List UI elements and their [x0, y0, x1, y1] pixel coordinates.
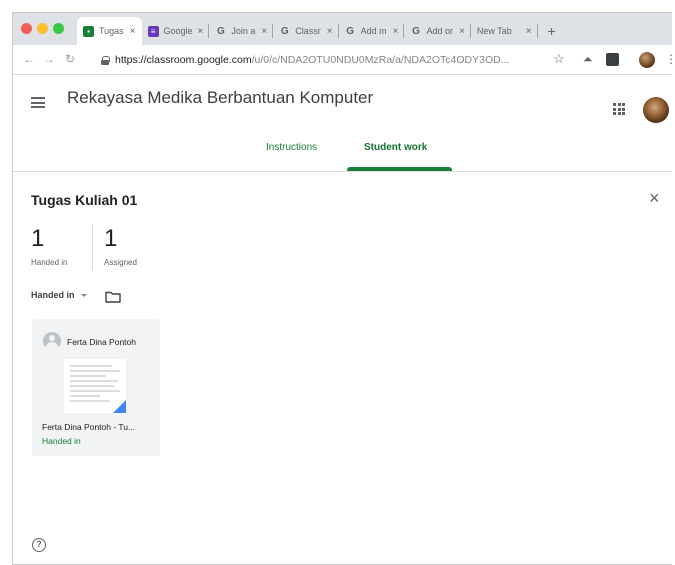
- student-avatar-icon: [43, 332, 61, 350]
- back-arrow-icon[interactable]: ←: [23, 52, 35, 66]
- handed-in-stat: 1 Handed in: [31, 225, 68, 268]
- browser-tab-forms[interactable]: ≡ Google ×: [142, 17, 210, 45]
- document-thumbnail[interactable]: [64, 359, 126, 413]
- assigned-count: 1: [104, 225, 118, 252]
- classroom-icon: ▪: [83, 25, 94, 37]
- tab-close-icon[interactable]: ×: [261, 26, 267, 37]
- browser-toolbar: ← → ↻ https://classroom.google.com /u/0/…: [13, 45, 672, 75]
- tab-instructions[interactable]: Instructions: [266, 142, 317, 153]
- bookmark-star-icon[interactable]: ☆: [553, 51, 565, 67]
- browser-tab-new-tab[interactable]: New Tab ×: [471, 17, 538, 45]
- tab-title: Tugas: [99, 26, 124, 36]
- close-window-button[interactable]: [21, 23, 32, 34]
- browser-window: ▪ Tugas × ≡ Google × G Join a × G Classr…: [12, 12, 672, 565]
- folder-icon[interactable]: [105, 291, 121, 303]
- extension-icon[interactable]: [606, 53, 619, 66]
- assigned-stat: 1 Assigned: [104, 225, 137, 268]
- url-host: https://classroom.google.com: [115, 54, 252, 66]
- tab-close-icon[interactable]: ×: [459, 26, 465, 37]
- window-controls: [21, 23, 64, 34]
- tab-title: Add or: [426, 26, 453, 36]
- address-bar[interactable]: https://classroom.google.com /u/0/c/NDA2…: [93, 49, 573, 71]
- tab-close-icon[interactable]: ×: [393, 26, 399, 37]
- submission-card[interactable]: Ferta Dina Pontoh Ferta Dina Pontoh - Tu…: [32, 319, 160, 456]
- more-vert-icon[interactable]: ⋮: [665, 52, 672, 66]
- student-name: Ferta Dina Pontoh: [67, 337, 136, 347]
- assignment-tabs: Instructions Student work: [13, 130, 672, 172]
- tab-title: Add m: [360, 26, 387, 36]
- classroom-app-bar: Rekayasa Medika Berbantuan Komputer: [13, 75, 672, 130]
- docs-corner-icon: [113, 400, 126, 413]
- profile-avatar[interactable]: [639, 52, 655, 68]
- account-avatar[interactable]: [643, 97, 669, 123]
- google-g-icon: G: [280, 25, 289, 37]
- new-tab-button[interactable]: +: [538, 17, 566, 45]
- browser-tab-classroom-2[interactable]: G Classr ×: [273, 17, 339, 45]
- close-icon[interactable]: ×: [649, 189, 660, 207]
- help-icon[interactable]: ?: [32, 538, 46, 552]
- filter-label: Handed in: [31, 290, 75, 300]
- browser-tab-add-m[interactable]: G Add m ×: [339, 17, 405, 45]
- tab-title: Classr: [295, 26, 321, 36]
- handed-in-count: 1: [31, 225, 45, 252]
- browser-tab-join[interactable]: G Join a ×: [209, 17, 274, 45]
- maximize-window-button[interactable]: [53, 23, 64, 34]
- menu-icon[interactable]: [31, 97, 45, 108]
- browser-tab-classroom[interactable]: ▪ Tugas ×: [77, 17, 142, 45]
- chevron-down-icon: [80, 293, 87, 297]
- google-g-icon: G: [216, 25, 225, 37]
- tab-close-icon[interactable]: ×: [526, 26, 532, 37]
- active-tab-indicator: [347, 167, 452, 171]
- reload-icon[interactable]: ↻: [65, 52, 75, 66]
- tab-bar: ▪ Tugas × ≡ Google × G Join a × G Classr…: [13, 13, 672, 45]
- google-g-icon: G: [412, 25, 420, 37]
- forward-arrow-icon[interactable]: →: [43, 52, 55, 66]
- minimize-window-button[interactable]: [37, 23, 48, 34]
- attachment-file-name[interactable]: Ferta Dina Pontoh - Tu...: [42, 422, 135, 432]
- browser-tab-add-or[interactable]: G Add or ×: [404, 17, 472, 45]
- handed-in-label: Handed in: [31, 258, 68, 267]
- forms-icon: ≡: [147, 25, 159, 37]
- stat-divider: [92, 224, 93, 270]
- drive-extension-icon[interactable]: ⏶: [583, 52, 593, 67]
- tab-student-work[interactable]: Student work: [364, 142, 427, 153]
- class-title[interactable]: Rekayasa Medika Berbantuan Komputer: [67, 88, 373, 108]
- url-path: /u/0/c/NDA2OTU0NDU0MzRa/a/NDA2OTc4ODY3OD…: [251, 54, 510, 66]
- assigned-label: Assigned: [104, 258, 137, 267]
- lock-icon: [101, 55, 110, 65]
- submission-status: Handed in: [42, 436, 81, 446]
- google-g-icon: G: [346, 25, 354, 37]
- tab-close-icon[interactable]: ×: [130, 26, 136, 37]
- tab-close-icon[interactable]: ×: [327, 26, 333, 37]
- tab-close-icon[interactable]: ×: [198, 26, 204, 37]
- tab-title: New Tab: [476, 26, 512, 36]
- submission-filter-dropdown[interactable]: Handed in: [31, 290, 87, 300]
- google-apps-icon[interactable]: [613, 103, 625, 115]
- tab-title: Join a: [231, 26, 256, 36]
- assignment-title: Tugas Kuliah 01: [31, 192, 138, 208]
- tab-title: Google: [163, 26, 192, 36]
- browser-tabs: ▪ Tugas × ≡ Google × G Join a × G Classr…: [77, 17, 566, 45]
